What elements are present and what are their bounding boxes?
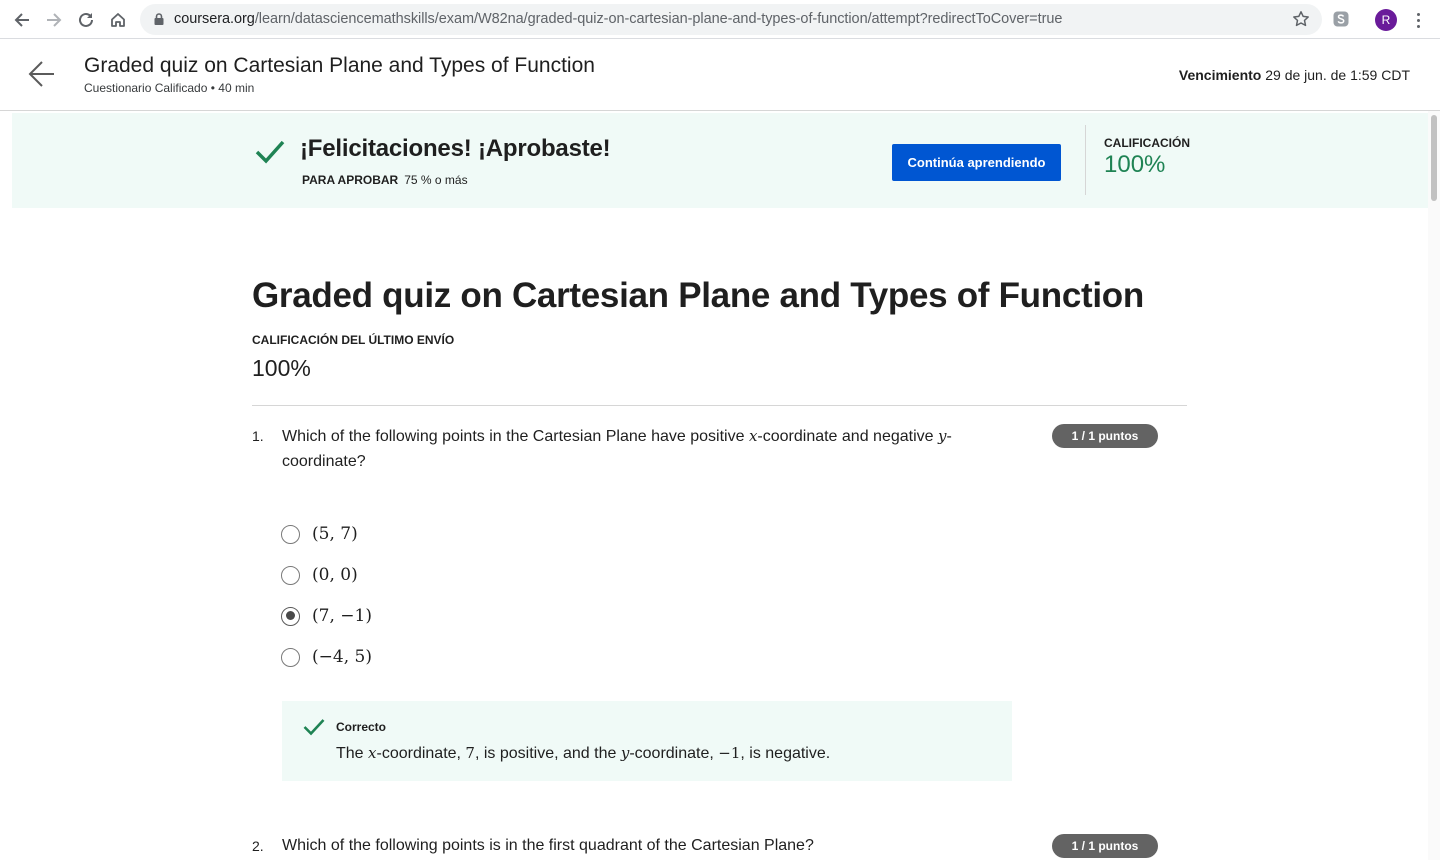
extension-icon[interactable] — [1332, 10, 1350, 28]
points-badge: 1 / 1 puntos — [1052, 834, 1158, 858]
answer-option[interactable]: (7, −1) — [281, 604, 372, 628]
question-number: 2. — [252, 838, 264, 854]
due-date: Vencimiento 29 de jun. de 1:59 CDT — [1178, 67, 1410, 83]
url-text: coursera.org/learn/datasciencemathskills… — [174, 11, 1063, 27]
browser-toolbar: coursera.org/learn/datasciencemathskills… — [0, 0, 1440, 39]
option-label: (−4, 5) — [312, 647, 372, 667]
pass-requirement: PARA APROBAR 75 % o más — [302, 173, 468, 187]
check-icon — [303, 719, 325, 736]
page-title: Graded quiz on Cartesian Plane and Types… — [252, 276, 1144, 315]
grade-value: 100% — [1104, 151, 1166, 178]
continue-learning-button[interactable]: Continúa aprendiendo — [892, 144, 1061, 181]
grade-label: CALIFICACIÓN — [1104, 136, 1190, 150]
last-submission-grade: 100% — [252, 355, 311, 381]
radio-button[interactable] — [281, 565, 300, 585]
feedback-text: The x-coordinate, 7, is positive, and th… — [336, 744, 831, 762]
check-icon — [255, 140, 285, 164]
answer-option[interactable]: (5, 7) — [281, 522, 358, 546]
banner-divider — [1085, 125, 1086, 195]
header-subtitle: Cuestionario Calificado • 40 min — [84, 81, 255, 95]
reload-icon[interactable] — [74, 8, 98, 32]
option-label: (5, 7) — [312, 524, 358, 544]
header-title: Graded quiz on Cartesian Plane and Types… — [84, 54, 595, 77]
radio-button[interactable] — [281, 647, 300, 667]
bookmark-star-icon[interactable] — [1292, 10, 1310, 28]
radio-button[interactable] — [281, 524, 300, 544]
profile-avatar[interactable]: R — [1375, 9, 1397, 31]
answer-option[interactable]: (−4, 5) — [281, 645, 372, 669]
quiz-header: Graded quiz on Cartesian Plane and Types… — [0, 39, 1440, 111]
back-icon[interactable] — [10, 8, 34, 32]
back-arrow-icon[interactable] — [28, 59, 56, 89]
answer-option[interactable]: (0, 0) — [281, 563, 358, 587]
scroll-thumb[interactable] — [1431, 115, 1437, 201]
banner-title: ¡Felicitaciones! ¡Aprobaste! — [300, 135, 611, 162]
option-label: (0, 0) — [312, 565, 358, 585]
divider — [252, 405, 1187, 406]
forward-icon[interactable] — [42, 8, 66, 32]
points-badge: 1 / 1 puntos — [1052, 424, 1158, 448]
question-text: Which of the following points is in the … — [282, 837, 814, 854]
radio-button-selected[interactable] — [281, 606, 300, 626]
pass-banner: ¡Felicitaciones! ¡Aprobaste! PARA APROBA… — [12, 113, 1428, 208]
page-scrollbar[interactable] — [1428, 111, 1440, 860]
question-text: Which of the following points in the Car… — [282, 427, 952, 470]
lock-icon — [154, 13, 164, 25]
feedback-box: Correcto The x-coordinate, 7, is positiv… — [282, 701, 1012, 781]
question-number: 1. — [252, 428, 264, 444]
feedback-status: Correcto — [336, 720, 387, 734]
address-bar[interactable]: coursera.org/learn/datasciencemathskills… — [140, 4, 1322, 35]
last-submission-label: CALIFICACIÓN DEL ÚLTIMO ENVÍO — [252, 333, 455, 347]
option-label: (7, −1) — [312, 606, 372, 626]
home-icon[interactable] — [106, 8, 130, 32]
browser-menu-icon[interactable] — [1410, 8, 1426, 32]
